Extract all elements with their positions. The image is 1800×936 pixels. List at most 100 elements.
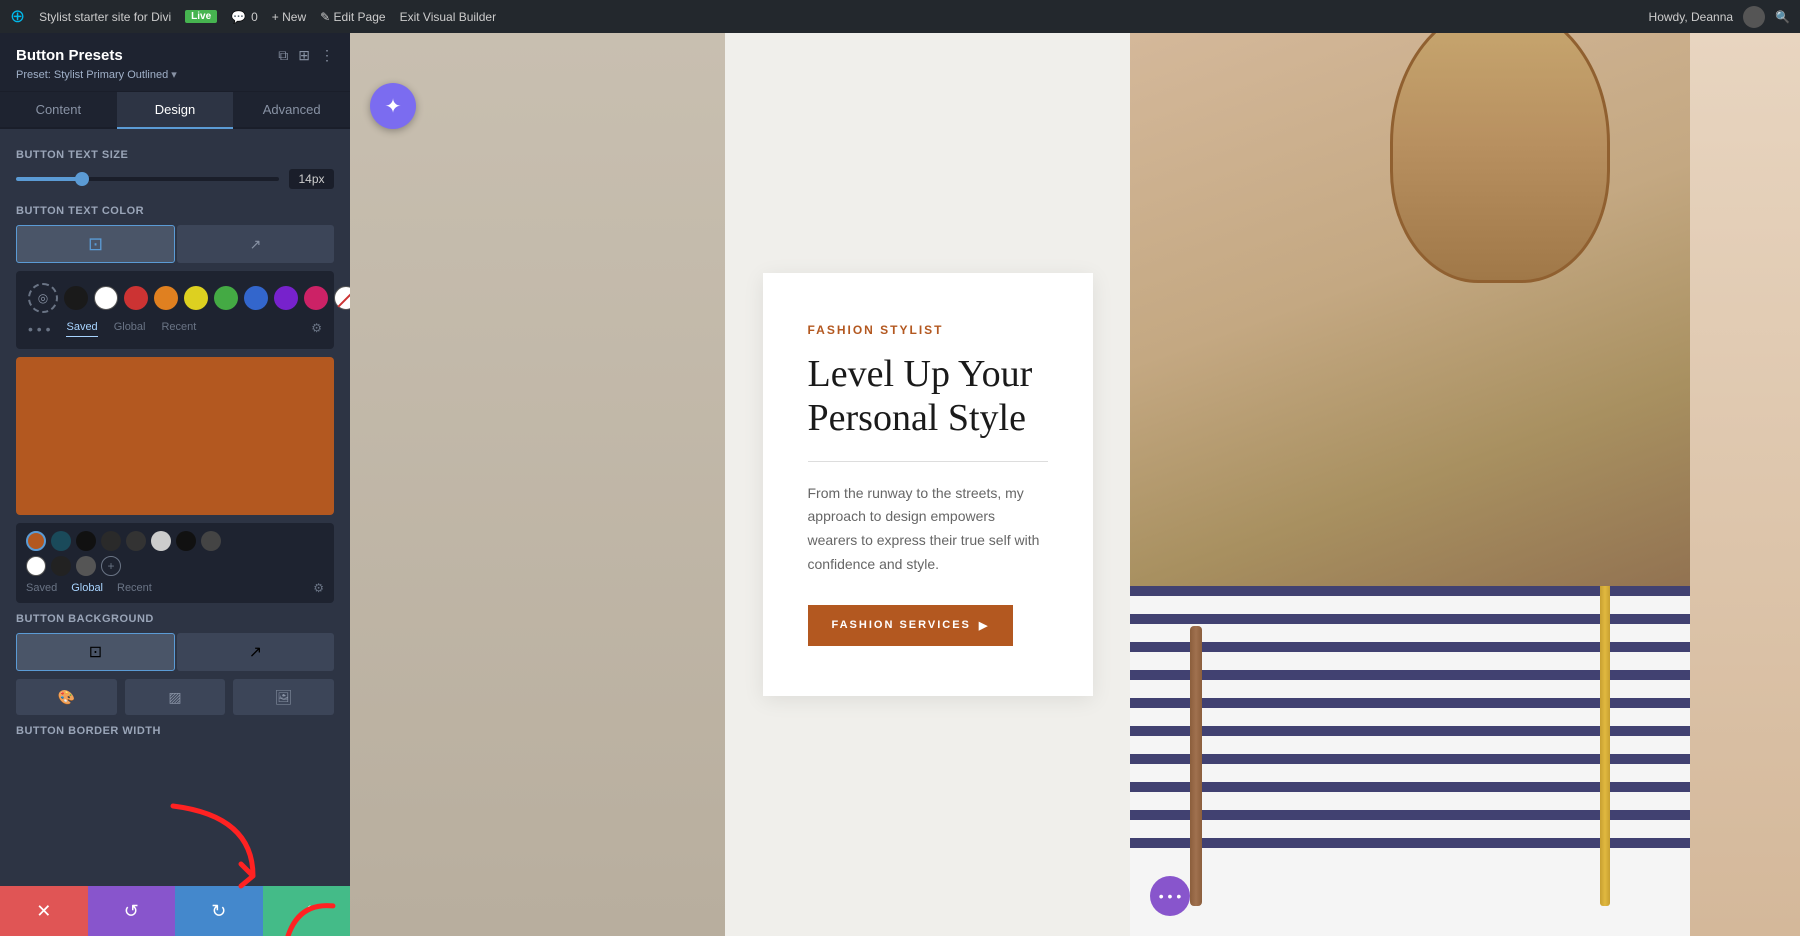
swatch-tab-recent[interactable]: Recent <box>161 321 196 337</box>
user-avatar[interactable] <box>1743 6 1765 28</box>
right-content: ✦ FASHION STYLIST Level Up Your Personal… <box>350 33 1800 936</box>
card-title: Level Up Your Personal Style <box>808 353 1048 440</box>
bottom-swatches-row1 <box>26 531 324 551</box>
color-palette-icon[interactable]: ◎ <box>28 283 58 313</box>
bottom-swatch-light-gray[interactable] <box>151 531 171 551</box>
card-cta-button[interactable]: FASHION SERVICES ▶ <box>808 605 1014 646</box>
new-link[interactable]: + New <box>272 10 306 24</box>
panel-header-icons: ⧉ ⊞ ⋮ <box>278 47 334 64</box>
color-picker-header: ⊡ ↗ <box>16 225 334 263</box>
bottom-swatch-gray2[interactable] <box>76 556 96 576</box>
bottom-swatch-black[interactable] <box>76 531 96 551</box>
main-layout: Button Presets ⧉ ⊞ ⋮ Preset: Stylist Pri… <box>0 33 1800 936</box>
swatch-dots[interactable]: • • • <box>28 321 50 337</box>
swatch-gear-icon[interactable]: ⚙ <box>311 321 322 337</box>
swatch-tab-global[interactable]: Global <box>114 321 146 337</box>
bottom-swatch-near-black[interactable] <box>176 531 196 551</box>
bottom-swatch-white[interactable] <box>26 556 46 576</box>
wp-logo-icon[interactable]: ⊕ <box>10 6 25 27</box>
bottom-toolbar: ✕ ↺ ↻ ✓ <box>0 886 350 936</box>
swatch-purple[interactable] <box>274 286 298 310</box>
slider-thumb[interactable] <box>75 172 89 186</box>
palette-symbol: ◎ <box>38 291 48 305</box>
undo-button[interactable]: ↺ <box>88 886 176 936</box>
bg-gradient-btn[interactable]: ▨ <box>125 679 226 715</box>
howdy-text: Howdy, Deanna <box>1649 10 1734 24</box>
bottom-swatch-orange-brown[interactable] <box>26 531 46 551</box>
bg-color-picker-cursor-btn[interactable]: ↗ <box>177 633 334 671</box>
page-right-section: • • • <box>1130 33 1690 936</box>
card-button-label: FASHION SERVICES <box>832 619 971 631</box>
redo-button[interactable]: ↻ <box>175 886 263 936</box>
swatch-tab-saved[interactable]: Saved <box>66 321 97 337</box>
bottom-swatch-charcoal[interactable] <box>126 531 146 551</box>
top-bar-left: ⊕ Stylist starter site for Divi Live 💬 0… <box>10 6 496 27</box>
swatch-transparent[interactable] <box>334 286 350 310</box>
panel-content: Button Text Size 14px Button Text Color … <box>0 129 350 886</box>
panel-header: Button Presets ⧉ ⊞ ⋮ Preset: Stylist Pri… <box>0 33 350 92</box>
layout-icon[interactable]: ⊞ <box>298 47 310 64</box>
top-bar-right: Howdy, Deanna 🔍 <box>1649 6 1790 28</box>
cancel-button[interactable]: ✕ <box>0 886 88 936</box>
bottom-tab-global[interactable]: Global <box>71 582 103 594</box>
swatch-tabs: • • • Saved Global Recent ⚙ <box>28 321 322 337</box>
site-name-text: Stylist starter site for Divi <box>39 10 171 24</box>
bottom-swatch-black2[interactable] <box>51 556 71 576</box>
button-border-width-label: Button Border Width <box>16 725 334 737</box>
bottom-tab-saved[interactable]: Saved <box>26 582 57 594</box>
swatch-yellow[interactable] <box>184 286 208 310</box>
color-preview-large <box>16 357 334 515</box>
bg-color-picker-monitor-btn[interactable]: ⊡ <box>16 633 175 671</box>
bottom-swatch-dark-gray[interactable] <box>101 531 121 551</box>
bottom-tab-recent[interactable]: Recent <box>117 582 152 594</box>
slider-value[interactable]: 14px <box>289 169 334 189</box>
hat-shape <box>1390 33 1610 283</box>
redo-icon: ↻ <box>211 901 226 922</box>
card-category: FASHION STYLIST <box>808 323 1048 337</box>
cursor-icon: ↗ <box>250 236 262 253</box>
divi-float-icon: ✦ <box>385 94 402 119</box>
bottom-swatch-gray-dark[interactable] <box>201 531 221 551</box>
comment-count: 0 <box>251 10 258 24</box>
swatch-white[interactable] <box>94 286 118 310</box>
color-picker-cursor-btn[interactable]: ↗ <box>177 225 334 263</box>
add-swatch-button[interactable]: + <box>101 556 121 576</box>
live-badge: Live <box>185 10 217 23</box>
tab-advanced[interactable]: Advanced <box>233 92 350 129</box>
comment-link[interactable]: 💬 0 <box>231 10 258 24</box>
save-icon: ✓ <box>299 901 314 922</box>
slider-fill <box>16 177 82 181</box>
swatch-orange[interactable] <box>154 286 178 310</box>
page-far-right-section <box>1690 33 1800 936</box>
tab-design[interactable]: Design <box>117 92 234 129</box>
undo-icon: ↺ <box>124 901 139 922</box>
tab-content[interactable]: Content <box>0 92 117 129</box>
edit-page-link[interactable]: ✎ Edit Page <box>320 10 385 24</box>
rack-pole <box>1600 586 1610 906</box>
bg-color-btn[interactable]: 🎨 <box>16 679 117 715</box>
swatch-blue[interactable] <box>244 286 268 310</box>
save-button[interactable]: ✓ <box>263 886 351 936</box>
swatch-green[interactable] <box>214 286 238 310</box>
text-size-slider-row: 14px <box>16 169 334 189</box>
site-name-link[interactable]: Stylist starter site for Divi <box>39 10 171 24</box>
search-icon[interactable]: 🔍 <box>1775 10 1790 24</box>
bottom-swatches: + Saved Global Recent ⚙ <box>16 523 334 603</box>
monitor-icon: ⊡ <box>88 234 103 255</box>
bottom-swatch-gear-icon[interactable]: ⚙ <box>313 581 324 595</box>
more-icon[interactable]: ⋮ <box>320 47 334 64</box>
bottom-swatch-teal-dark[interactable] <box>51 531 71 551</box>
divi-float-button[interactable]: ✦ <box>370 83 416 129</box>
copy-icon[interactable]: ⧉ <box>278 47 288 64</box>
more-options-button[interactable]: • • • <box>1150 876 1190 916</box>
page-left-section <box>350 33 725 936</box>
swatch-black[interactable] <box>64 286 88 310</box>
swatch-red[interactable] <box>124 286 148 310</box>
bottom-swatch-tabs: Saved Global Recent ⚙ <box>26 581 324 595</box>
swatch-pink[interactable] <box>304 286 328 310</box>
color-picker-monitor-btn[interactable]: ⊡ <box>16 225 175 263</box>
bg-image-btn[interactable]: 🖼 <box>233 679 334 715</box>
gradient-icon: ▨ <box>168 689 181 706</box>
exit-builder-link[interactable]: Exit Visual Builder <box>400 10 497 24</box>
button-background-label: Button Background <box>16 613 334 625</box>
